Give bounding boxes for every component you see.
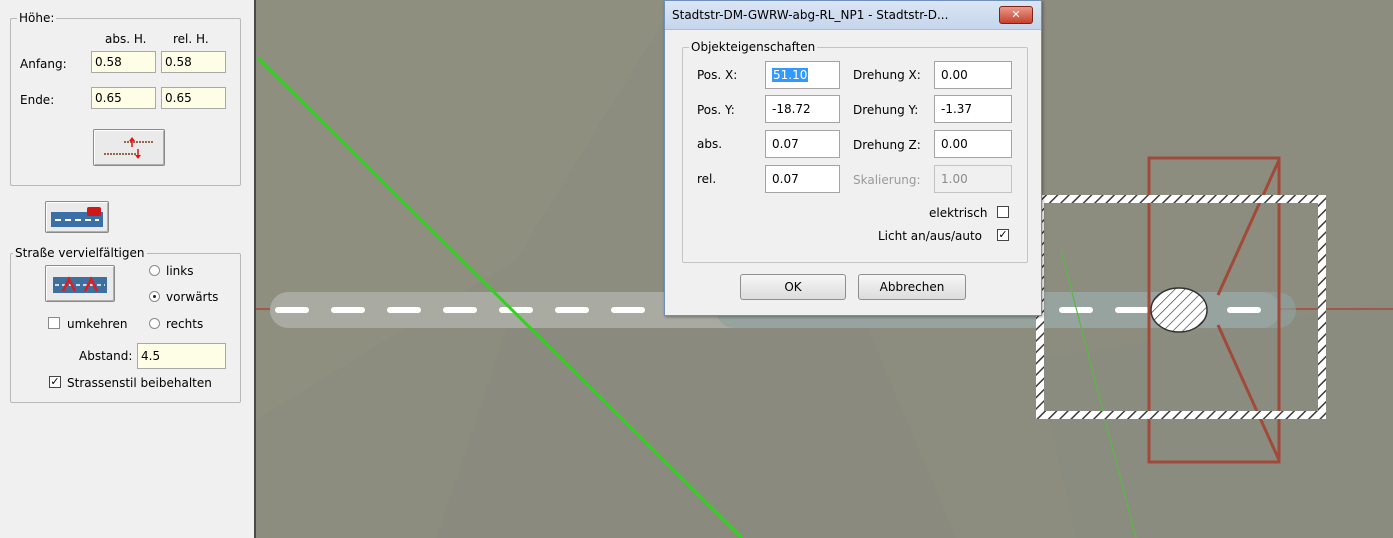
abs-height-column-label: abs. H.: [105, 32, 147, 46]
ende-rel-field[interactable]: 0.65: [161, 87, 226, 109]
strassenstil-checkbox[interactable]: ✓: [49, 376, 61, 388]
umkehren-checkbox[interactable]: [48, 317, 60, 329]
left-panel: Höhe: abs. H. rel. H. Anfang: 0.58 0.58 …: [0, 0, 254, 538]
licht-label: Licht an/aus/auto: [878, 229, 983, 243]
anfang-abs-field[interactable]: 0.58: [91, 51, 156, 73]
drehung-x-label: Drehung X:: [853, 68, 921, 82]
rel-label: rel.: [697, 172, 717, 186]
umkehren-label: umkehren: [67, 317, 128, 331]
hoehe-group-title: Höhe:: [17, 11, 57, 25]
radio-vorwaerts-label: vorwärts: [166, 290, 219, 304]
drehung-y-field[interactable]: -1.37: [934, 95, 1012, 123]
object-properties-dialog: Stadtstr-DM-GWRW-abg-RL_NP1 - Stadtstr-D…: [664, 0, 1042, 316]
elektrisch-label: elektrisch: [929, 206, 988, 220]
ende-label: Ende:: [20, 93, 55, 107]
radio-links[interactable]: [149, 265, 160, 276]
strasse-group-title: Straße vervielfältigen: [13, 246, 147, 260]
close-icon: ✕: [1011, 8, 1021, 21]
pos-x-value: 51.10: [772, 68, 809, 82]
road-tool-button[interactable]: [45, 201, 109, 233]
ok-button[interactable]: OK: [740, 274, 846, 300]
selected-object-marker[interactable]: [1150, 287, 1208, 333]
anfang-rel-field[interactable]: 0.58: [161, 51, 226, 73]
pos-x-field[interactable]: 51.10: [765, 61, 840, 89]
ende-abs-field[interactable]: 0.65: [91, 87, 156, 109]
radio-rechts-label: rechts: [166, 317, 204, 331]
skalierung-label: Skalierung:: [853, 173, 921, 187]
drehung-y-label: Drehung Y:: [853, 103, 919, 117]
radio-rechts[interactable]: [149, 318, 160, 329]
height-align-icon: [104, 136, 154, 159]
abs-label: abs.: [697, 137, 723, 151]
objekteigenschaften-title: Objekteigenschaften: [689, 40, 818, 54]
radio-vorwaerts[interactable]: [149, 291, 160, 302]
pos-y-label: Pos. Y:: [697, 103, 735, 117]
drehung-z-field[interactable]: 0.00: [934, 130, 1012, 158]
strassenstil-label: Strassenstil beibehalten: [67, 376, 212, 390]
drehung-x-field[interactable]: 0.00: [934, 61, 1012, 89]
duplicate-road-button[interactable]: [45, 265, 115, 302]
radio-links-label: links: [166, 264, 194, 278]
dialog-title: Stadtstr-DM-GWRW-abg-RL_NP1 - Stadtstr-D…: [672, 8, 949, 22]
rel-height-column-label: rel. H.: [173, 32, 209, 46]
rel-field[interactable]: 0.07: [765, 165, 840, 193]
pos-y-field[interactable]: -18.72: [765, 95, 840, 123]
elektrisch-checkbox[interactable]: [997, 206, 1009, 218]
abstand-label: Abstand:: [79, 349, 133, 363]
skalierung-field: 1.00: [934, 165, 1012, 193]
licht-checkbox[interactable]: ✓: [997, 229, 1009, 241]
duplicate-road-icon: [53, 275, 107, 293]
abs-field[interactable]: 0.07: [765, 130, 840, 158]
pos-x-label: Pos. X:: [697, 68, 738, 82]
anfang-label: Anfang:: [20, 57, 67, 71]
drehung-z-label: Drehung Z:: [853, 138, 921, 152]
close-button[interactable]: ✕: [999, 6, 1033, 24]
abstand-field[interactable]: 4.5: [137, 343, 226, 369]
road-car-icon: [51, 207, 103, 227]
height-align-button[interactable]: [93, 129, 165, 166]
dialog-titlebar[interactable]: Stadtstr-DM-GWRW-abg-RL_NP1 - Stadtstr-D…: [665, 1, 1041, 30]
cancel-button[interactable]: Abbrechen: [858, 274, 966, 300]
